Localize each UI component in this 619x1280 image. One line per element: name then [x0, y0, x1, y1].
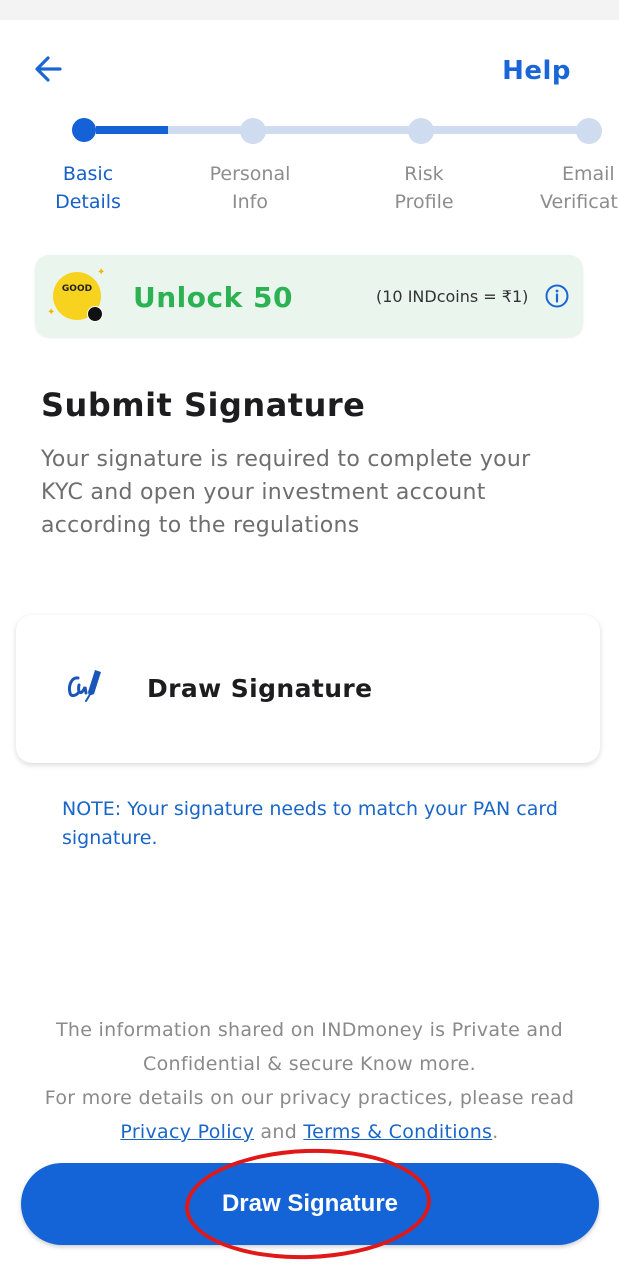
- step-label-email-verification: Email Verificati: [540, 163, 619, 213]
- sparkle-icon: ✦: [97, 267, 106, 278]
- stepper-track: [432, 126, 578, 134]
- privacy-policy-link[interactable]: Privacy Policy: [120, 1121, 254, 1143]
- terms-conditions-link[interactable]: Terms & Conditions: [303, 1121, 492, 1143]
- page-description: Your signature is required to complete y…: [41, 447, 531, 538]
- info-icon[interactable]: [545, 284, 569, 308]
- step-dot-risk-profile: [408, 118, 434, 144]
- signature-pen-icon: [68, 670, 101, 702]
- sparkle-icon: ✦: [47, 307, 56, 318]
- pan-signature-note: NOTE: Your signature needs to match your…: [62, 798, 558, 849]
- stepper-track: [168, 126, 242, 134]
- step-label-personal-info: Personal Info: [209, 163, 291, 213]
- page-title: Submit Signature: [41, 386, 366, 424]
- back-arrow-icon[interactable]: [30, 50, 68, 88]
- goodbyewalla-coin-icon: GOOD: [53, 272, 103, 322]
- step-label-risk-profile: Risk Profile: [394, 163, 454, 213]
- status-bar: [0, 0, 619, 20]
- help-link[interactable]: Help: [502, 56, 571, 86]
- privacy-details-text: For more details on our privacy practice…: [44, 1087, 575, 1109]
- coin-conversion-rate: (10 INDcoins = ₹1): [376, 287, 529, 306]
- step-dot-basic-details: [72, 118, 96, 142]
- unlock-amount: Unlock 50: [133, 281, 293, 314]
- step-dot-personal-info: [240, 118, 266, 144]
- step-dot-email-verification: [576, 118, 602, 144]
- privacy-footer: The information shared on INDmoney is Pr…: [20, 1013, 599, 1149]
- stepper-track-complete: [96, 126, 168, 134]
- privacy-statement: The information shared on INDmoney is Pr…: [55, 1019, 564, 1075]
- draw-signature-label: Draw Signature: [147, 674, 373, 703]
- draw-signature-option[interactable]: Draw Signature: [16, 615, 600, 763]
- stepper-track: [264, 126, 410, 134]
- unlock-coins-banner[interactable]: GOOD ✦ ✦ Unlock 50 (10 INDcoins = ₹1): [35, 255, 583, 337]
- step-label-basic-details: Basic Details: [55, 163, 121, 213]
